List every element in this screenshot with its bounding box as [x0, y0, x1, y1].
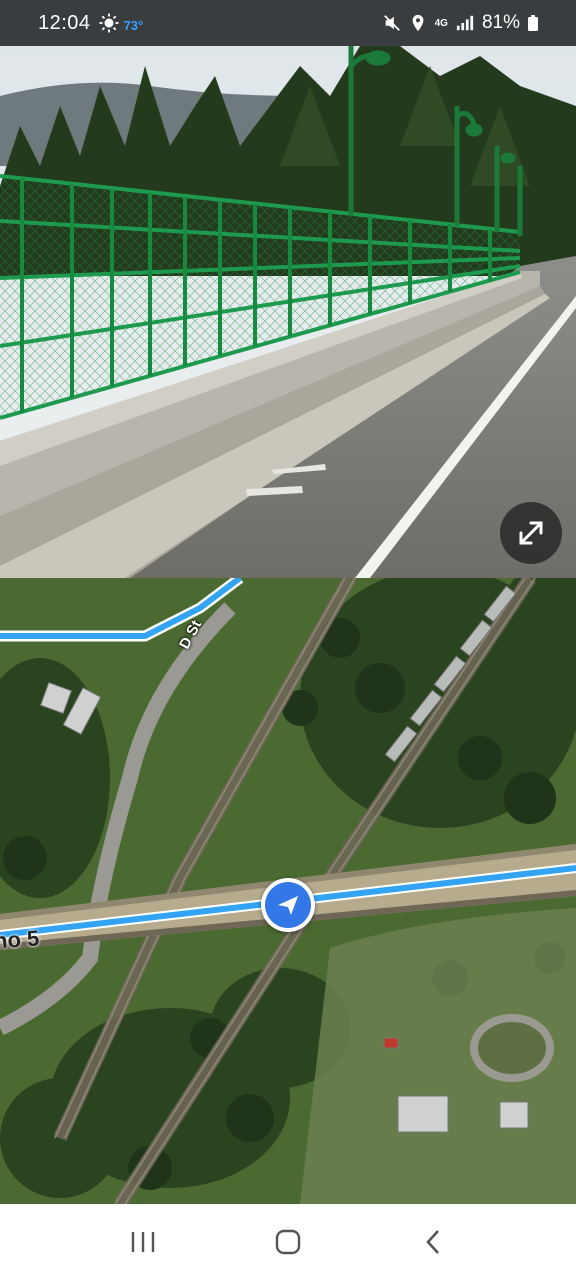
street-view[interactable] — [0, 46, 576, 578]
signal-icon — [456, 15, 474, 31]
map-view[interactable]: D St no 5 — [0, 578, 576, 1204]
home-button[interactable] — [258, 1212, 318, 1272]
mute-icon — [383, 15, 400, 31]
status-bar: 12:04 73° 4G 81% — [0, 0, 576, 46]
route-label: no 5 — [0, 925, 41, 954]
network-icon: 4G — [434, 17, 448, 29]
battery-level: 81% — [481, 12, 520, 33]
system-nav-bar — [0, 1204, 576, 1280]
recents-button[interactable] — [113, 1212, 173, 1272]
location-marker[interactable] — [261, 878, 315, 932]
expand-button[interactable] — [500, 502, 562, 564]
temperature: 73° — [123, 17, 144, 33]
street-view-image — [0, 46, 576, 578]
location-icon — [412, 14, 424, 32]
battery-icon — [528, 15, 538, 31]
home-icon — [275, 1229, 301, 1255]
back-button[interactable] — [403, 1212, 463, 1272]
sun-icon — [99, 13, 119, 33]
recents-icon — [131, 1232, 154, 1252]
expand-icon — [519, 521, 543, 545]
back-icon — [426, 1230, 440, 1254]
clock: 12:04 — [38, 11, 91, 34]
navigation-arrow-icon — [278, 896, 298, 915]
